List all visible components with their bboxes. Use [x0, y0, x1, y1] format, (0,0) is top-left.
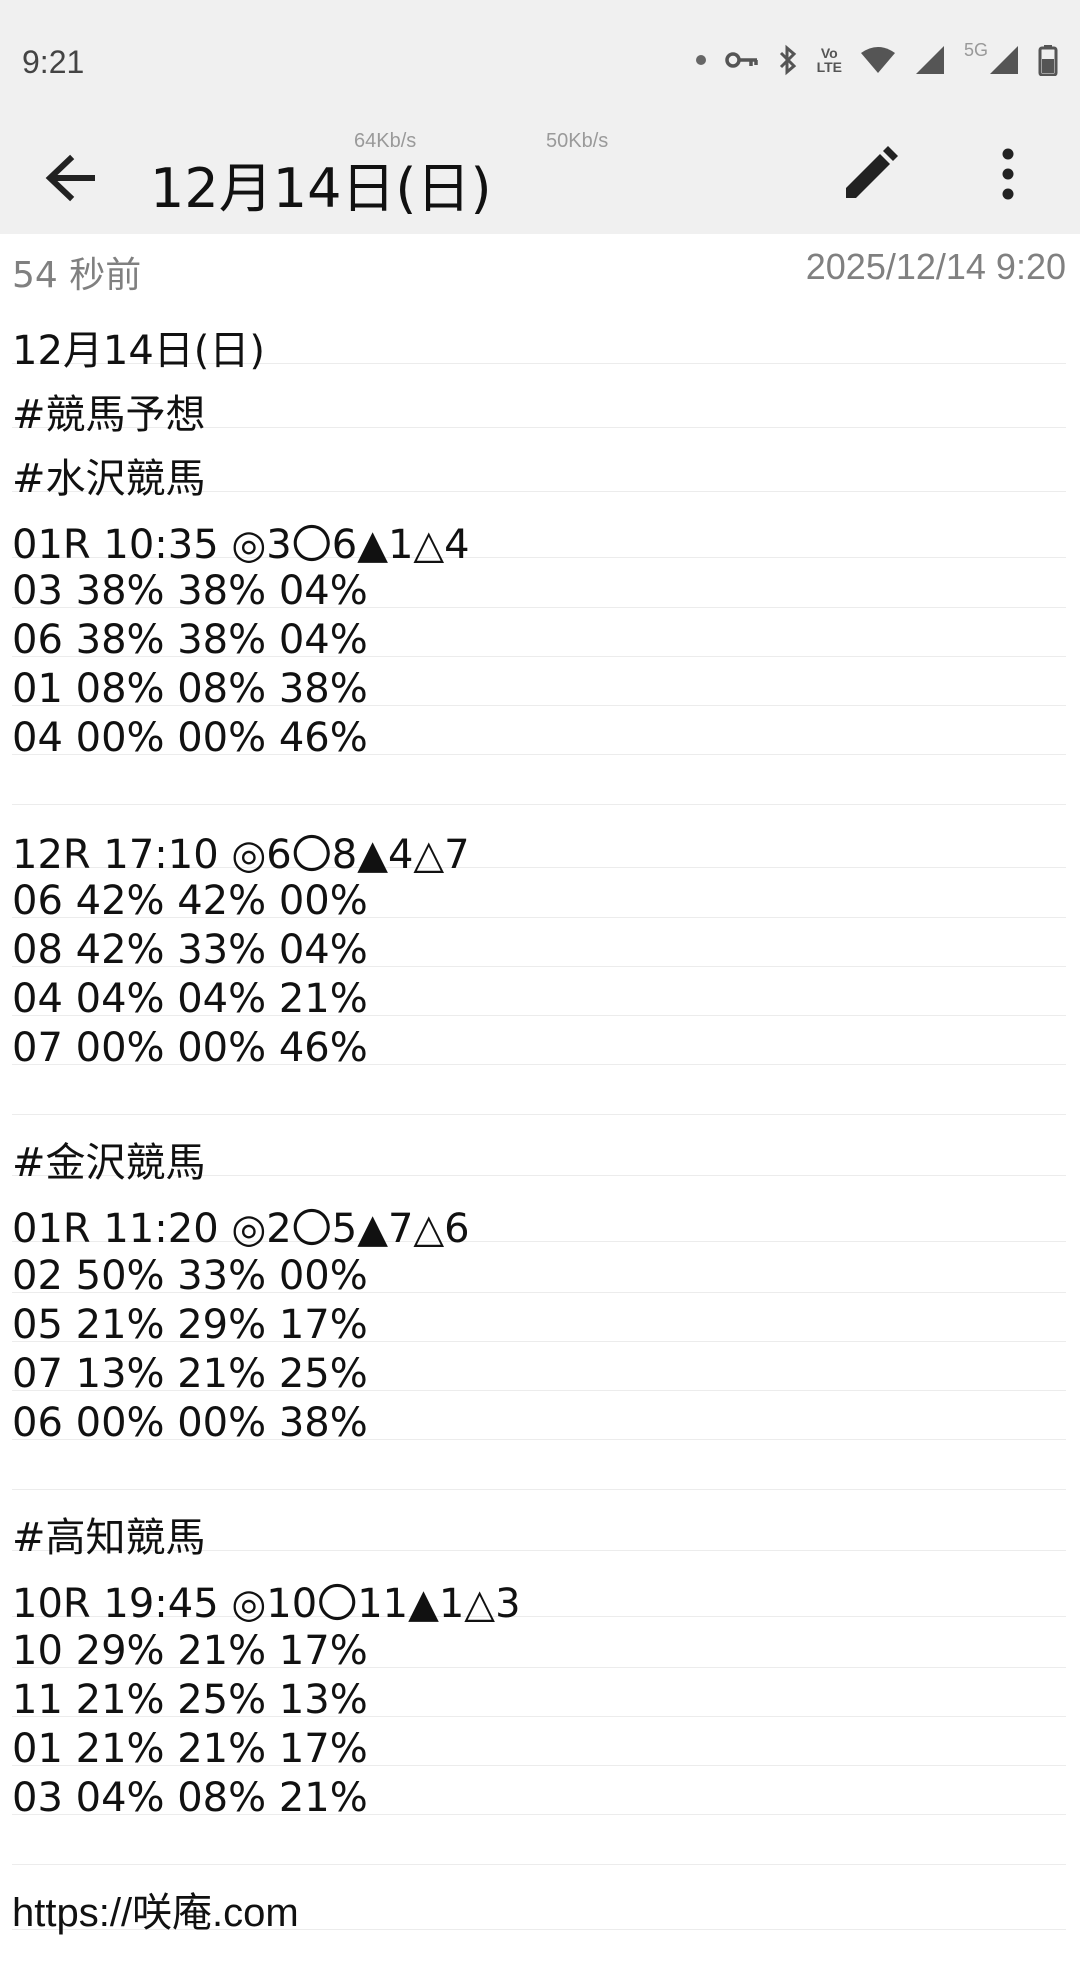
note-line[interactable]: 01 21% 21% 17%	[12, 1726, 1066, 1772]
status-icons: Vo LTE 5G	[695, 40, 1058, 76]
back-button[interactable]	[38, 146, 102, 210]
note-line[interactable]: 03 04% 08% 21%	[12, 1775, 1066, 1821]
download-speed: 50Kb/s	[546, 130, 609, 152]
arrow-back-icon	[45, 154, 95, 202]
note-line[interactable]: 08 42% 33% 04%	[12, 927, 1066, 973]
note-line[interactable]	[12, 765, 1066, 805]
note-line[interactable]: 02 50% 33% 00%	[12, 1253, 1066, 1299]
note-line[interactable]: 05 21% 29% 17%	[12, 1302, 1066, 1348]
vpn-key-icon	[724, 50, 759, 70]
status-bar: 9:21 Vo LTE 5G	[0, 0, 1080, 120]
note-line[interactable]	[12, 1075, 1066, 1115]
edit-button[interactable]	[838, 142, 902, 206]
note-datetime: 2025/12/14 9:20	[805, 246, 1066, 287]
more-options-button[interactable]	[976, 142, 1040, 206]
status-time: 9:21	[22, 44, 85, 80]
signal-icon	[914, 45, 946, 75]
note-line[interactable]: 04 00% 00% 46%	[12, 715, 1066, 761]
note-line[interactable]: 06 42% 42% 00%	[12, 878, 1066, 924]
note-line[interactable]: 11 21% 25% 13%	[12, 1677, 1066, 1723]
battery-icon	[1038, 44, 1058, 76]
note-line[interactable]: 03 38% 38% 04%	[12, 568, 1066, 614]
bluetooth-icon	[777, 44, 799, 76]
note-line[interactable]: 01 08% 08% 38%	[12, 666, 1066, 712]
upload-speed: 64Kb/s	[354, 130, 417, 152]
note-line[interactable]: #競馬予想	[12, 382, 1066, 438]
page-title: 12月14日(日)	[150, 157, 492, 220]
note-line[interactable]: #金沢競馬	[12, 1130, 1066, 1186]
wifi-icon	[860, 46, 896, 74]
note-line[interactable]: #高知競馬	[12, 1505, 1066, 1561]
note-line[interactable]: 01R 10:35 ◎3〇6▲1△4	[12, 512, 1066, 568]
note-line[interactable]: 04 04% 04% 21%	[12, 976, 1066, 1022]
relative-time: 54 秒前	[12, 255, 142, 296]
note-line[interactable]: 10R 19:45 ◎10〇11▲1△3	[12, 1571, 1066, 1627]
note-line[interactable]: 06 00% 00% 38%	[12, 1400, 1066, 1446]
note-line[interactable]: 01R 11:20 ◎2〇5▲7△6	[12, 1196, 1066, 1252]
note-line[interactable]: 07 13% 21% 25%	[12, 1351, 1066, 1397]
note-link-line[interactable]: https://咲庵.com	[12, 1880, 1066, 1935]
volte-icon: Vo LTE	[816, 45, 842, 75]
note-line[interactable]: 06 38% 38% 04%	[12, 617, 1066, 663]
app-bar: 12月14日(日) 64Kb/s 50Kb/s	[0, 120, 1080, 234]
pencil-icon	[846, 146, 898, 198]
note-line[interactable]	[12, 1825, 1066, 1865]
note-line[interactable]: 12月14日(日)	[12, 318, 1066, 374]
note-line[interactable]: 12R 17:10 ◎6〇8▲4△7	[12, 822, 1066, 878]
note-line[interactable]: 10 29% 21% 17%	[12, 1628, 1066, 1674]
note-line[interactable]	[12, 1450, 1066, 1490]
note-line[interactable]: #水沢競馬	[12, 446, 1066, 502]
5g-signal-icon: 5G	[964, 40, 1020, 75]
dot-icon	[695, 54, 707, 66]
note-line[interactable]: 07 00% 00% 46%	[12, 1025, 1066, 1071]
more-vertical-icon	[1002, 148, 1014, 200]
